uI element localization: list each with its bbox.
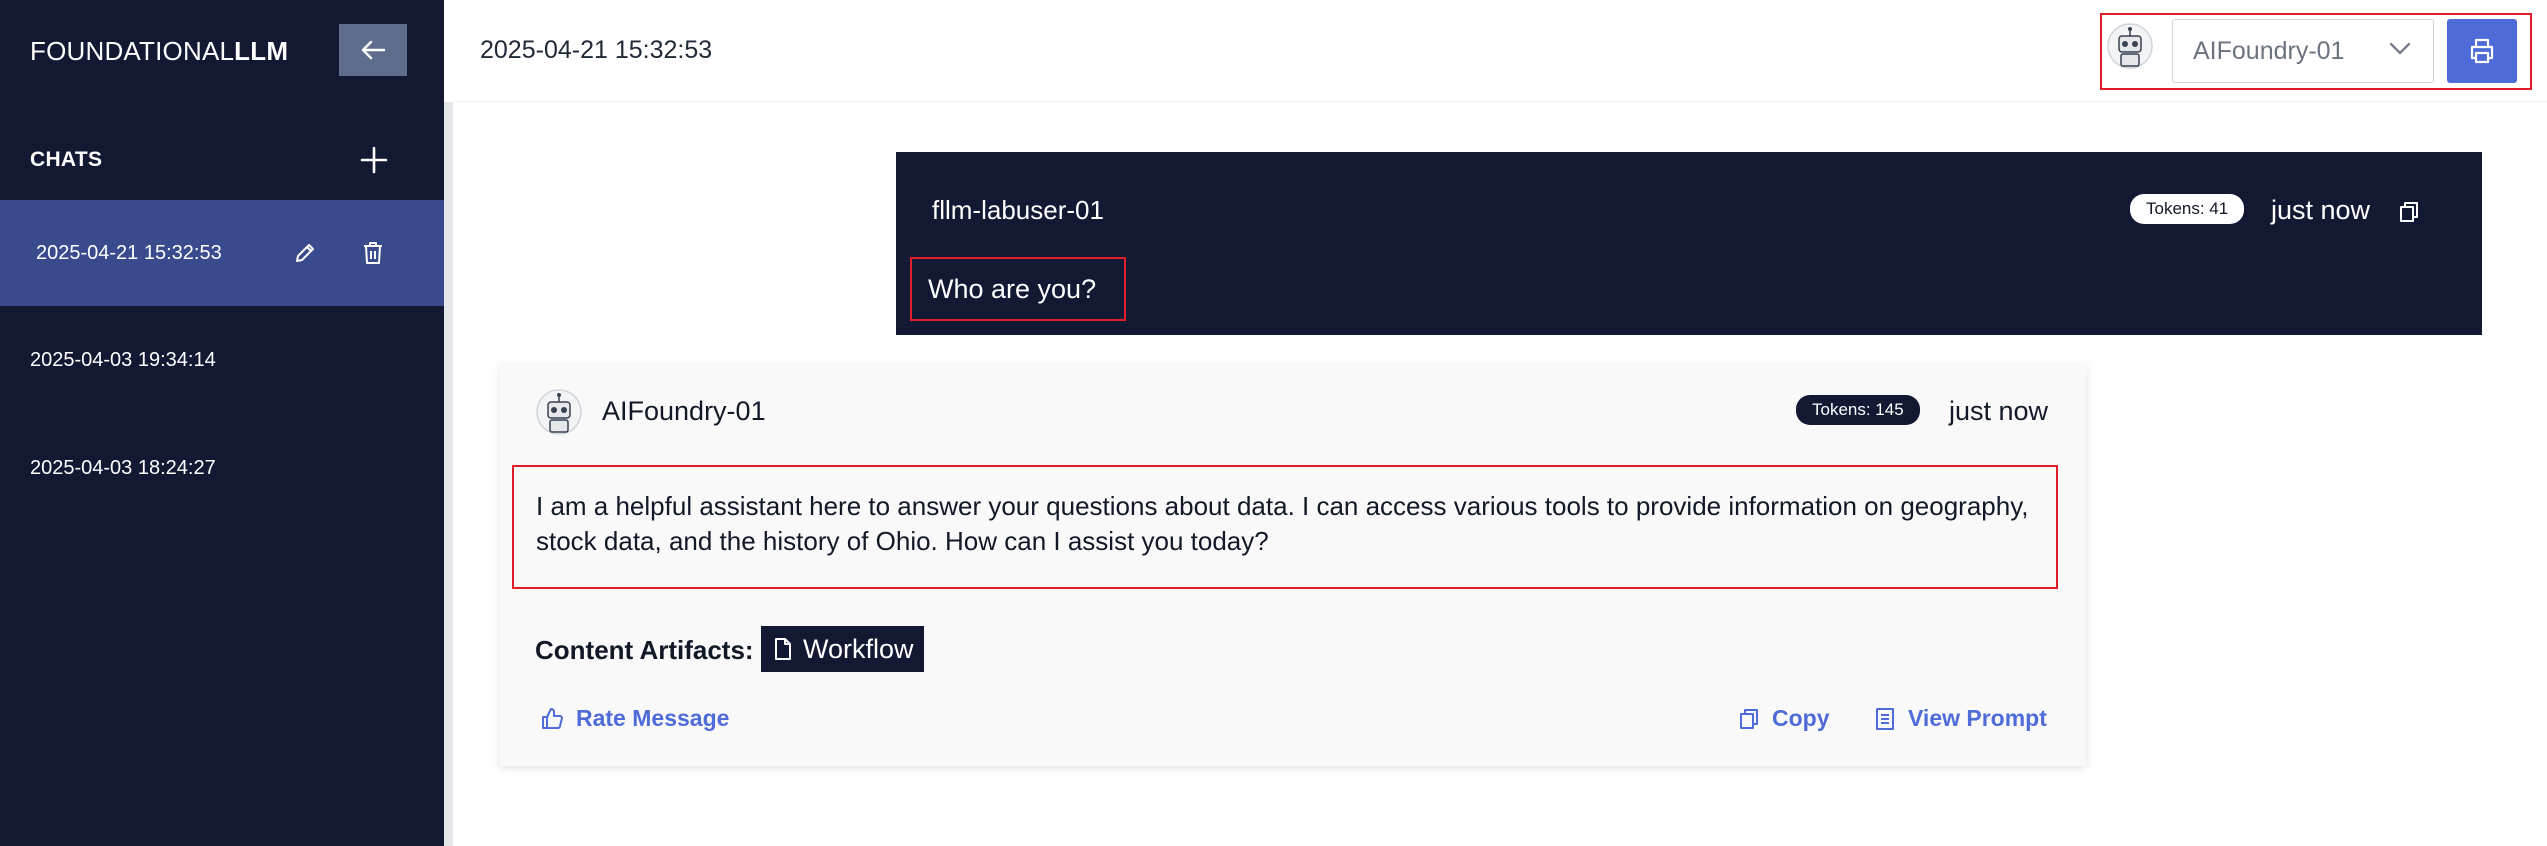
chat-item-label: 2025-04-21 15:32:53 <box>36 241 222 264</box>
user-message: fllm-labuser-01 Tokens: 41 just now Who … <box>896 152 2482 335</box>
agent-select[interactable]: AIFoundry-01 <box>2172 19 2434 83</box>
assistant-message: AIFoundry-01 Tokens: 145 just now I am a… <box>500 364 2086 766</box>
session-title: 2025-04-21 15:32:53 <box>480 36 713 64</box>
file-icon <box>775 638 791 660</box>
robot-avatar-icon <box>2107 23 2153 69</box>
edit-chat-button[interactable] <box>290 238 320 268</box>
chat-item[interactable]: 2025-04-03 19:34:14 <box>0 307 444 413</box>
chevron-down-icon <box>2389 42 2411 55</box>
scrollbar[interactable] <box>444 102 453 846</box>
plus-icon <box>360 146 388 174</box>
trash-icon <box>364 242 382 264</box>
message-sender: fllm-labuser-01 <box>932 195 1104 225</box>
delete-chat-button[interactable] <box>358 238 388 268</box>
token-badge: Tokens: 145 <box>1796 395 1920 425</box>
message-timestamp: just now <box>1949 396 2049 426</box>
copy-label: Copy <box>1772 705 1830 731</box>
brand-logo: FOUNDATIONALLLM <box>30 36 289 66</box>
print-button[interactable] <box>2447 19 2517 83</box>
pencil-icon <box>296 244 314 262</box>
artifact-name: Workflow <box>803 633 914 664</box>
copy-button[interactable]: Copy <box>1738 705 1830 732</box>
rate-message-label: Rate Message <box>576 705 730 731</box>
artifact-workflow-button[interactable]: Workflow <box>761 626 924 672</box>
message-text: I am a helpful assistant here to answer … <box>512 465 2058 589</box>
view-prompt-label: View Prompt <box>1908 705 2047 731</box>
token-badge: Tokens: 41 <box>2130 194 2245 224</box>
thumbs-up-icon <box>542 707 563 729</box>
collapse-sidebar-button[interactable] <box>339 24 407 76</box>
message-timestamp: just now <box>2271 195 2371 225</box>
content-artifacts-label: Content Artifacts: <box>535 635 754 665</box>
message-text: Who are you? <box>910 257 1126 321</box>
view-prompt-button[interactable]: View Prompt <box>1874 705 2047 732</box>
copy-icon <box>2400 202 2418 222</box>
chat-item[interactable]: 2025-04-03 18:24:27 <box>0 415 444 521</box>
sidebar: FOUNDATIONALLLM CHATS 2025-04-21 15:32:5… <box>0 0 444 846</box>
copy-icon <box>1740 708 1758 729</box>
printer-icon <box>2470 38 2494 64</box>
document-lines-icon <box>1876 707 1894 730</box>
message-sender: AIFoundry-01 <box>602 396 766 426</box>
chats-heading: CHATS <box>30 148 103 171</box>
chat-item-label: 2025-04-03 19:34:14 <box>30 348 216 371</box>
new-chat-button[interactable] <box>356 142 392 178</box>
agent-select-value: AIFoundry-01 <box>2193 36 2345 65</box>
chat-item-active[interactable]: 2025-04-21 15:32:53 <box>0 200 444 306</box>
arrow-left-icon <box>361 40 386 60</box>
rate-message-button[interactable]: Rate Message <box>540 705 729 732</box>
copy-message-button[interactable] <box>2396 197 2422 227</box>
chat-item-label: 2025-04-03 18:24:27 <box>30 456 216 479</box>
robot-avatar-icon <box>536 389 582 435</box>
